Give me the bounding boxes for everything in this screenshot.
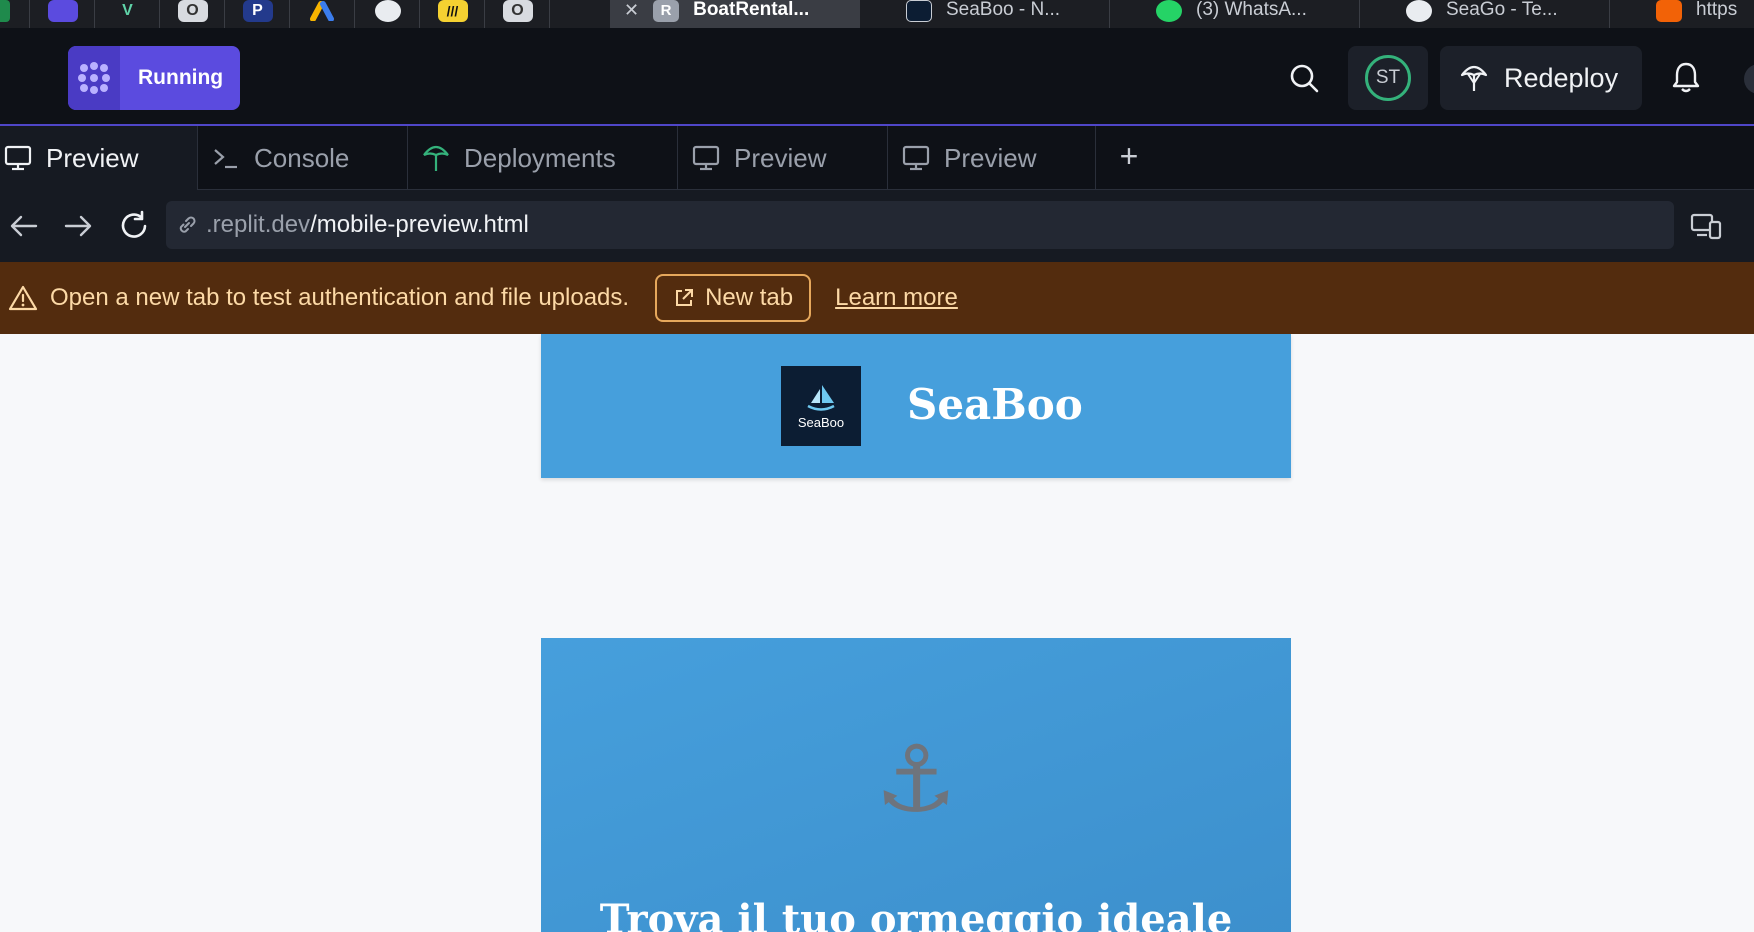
warning-icon xyxy=(8,285,38,311)
run-button[interactable]: Running xyxy=(68,46,240,110)
account-icon[interactable] xyxy=(1744,64,1754,94)
user-menu[interactable]: ST xyxy=(1348,46,1428,110)
p-app-icon: P xyxy=(242,0,273,22)
whatsapp-icon xyxy=(1156,0,1182,22)
tab-label: Deployments xyxy=(464,142,616,173)
forward-icon[interactable] xyxy=(62,210,94,242)
site-title: SeaBoo xyxy=(907,380,1083,429)
learn-more-link[interactable]: Learn more xyxy=(835,284,958,312)
sailboat-icon xyxy=(807,384,835,411)
url-input[interactable]: .replit.dev/mobile-preview.html xyxy=(166,201,1674,249)
tab-deployments[interactable]: Deployments xyxy=(408,126,678,190)
preview-toolbar: .replit.dev/mobile-preview.html xyxy=(0,190,1754,262)
tab-preview[interactable]: Preview xyxy=(0,126,198,190)
banner-message: Open a new tab to test authentication an… xyxy=(50,284,630,311)
tab-label: Preview xyxy=(944,142,1037,173)
hero-section: ⚓ Trova il tuo ormeggio ideale xyxy=(541,638,1291,932)
avatar: ST xyxy=(1365,55,1411,101)
devices-icon[interactable] xyxy=(1690,210,1722,242)
browser-tab-strip: V O P /// O ✕ R BoatRental... SeaBoo - N… xyxy=(0,0,1754,28)
new-tab-label: New tab xyxy=(705,284,794,311)
browser-tab-active[interactable]: ✕ R BoatRental... xyxy=(610,0,860,28)
preview-frame: SeaBoo SeaBoo ⚓ Trova il tuo ormeggio id… xyxy=(0,334,1754,932)
link-icon xyxy=(179,216,196,233)
pinned-tab[interactable]: O xyxy=(486,0,550,28)
browser-tab[interactable]: SeaGo - Te... xyxy=(1392,0,1610,28)
new-tab-button[interactable]: New tab xyxy=(655,274,812,322)
anchor-icon: ⚓ xyxy=(874,726,958,833)
external-link-icon xyxy=(676,289,694,306)
tab-label: Console xyxy=(254,142,350,173)
pinned-tab[interactable] xyxy=(0,0,30,28)
terminal-icon xyxy=(214,149,237,169)
run-status-label: Running xyxy=(138,66,224,89)
site-header: SeaBoo SeaBoo xyxy=(541,334,1291,478)
browser-tab-title: SeaBoo - N... xyxy=(946,0,1061,20)
seaboo-icon xyxy=(906,0,932,22)
redeploy-button[interactable]: Redeploy xyxy=(1440,46,1642,110)
vercel-v-icon: V xyxy=(122,2,133,19)
back-icon[interactable] xyxy=(8,210,40,242)
monitor-icon xyxy=(4,145,32,171)
bell-icon[interactable] xyxy=(1670,60,1702,94)
openai-icon xyxy=(1406,0,1432,22)
reload-icon[interactable] xyxy=(118,210,150,242)
warning-banner: Open a new tab to test authentication an… xyxy=(0,262,1754,334)
o-app-icon: O xyxy=(177,0,208,22)
miro-icon: /// xyxy=(437,0,468,22)
url-path: /mobile-preview.html xyxy=(310,211,529,238)
search-icon[interactable] xyxy=(1288,62,1320,94)
browser-tab-title: BoatRental... xyxy=(693,0,810,20)
browser-tab-title: (3) WhatsA... xyxy=(1196,0,1307,20)
add-tab-button[interactable]: + xyxy=(1112,140,1146,174)
workspace-tabs: Preview Console Deployments Preview Prev… xyxy=(0,126,1754,190)
monitor-icon xyxy=(902,145,930,171)
google-ads-icon xyxy=(308,0,338,22)
browser-tab[interactable]: (3) WhatsA... xyxy=(1142,0,1360,28)
monitor-icon xyxy=(692,145,720,171)
tab-preview[interactable]: Preview xyxy=(678,126,888,190)
deploy-icon xyxy=(423,145,449,171)
kahoot-icon xyxy=(47,0,78,22)
globe-app-icon xyxy=(374,0,401,22)
replit-icon xyxy=(1656,0,1682,22)
browser-tab[interactable]: SeaBoo - N... xyxy=(892,0,1110,28)
tab-preview[interactable]: Preview xyxy=(888,126,1096,190)
browser-tab-title: https xyxy=(1696,0,1738,20)
pinned-tab[interactable]: /// xyxy=(421,0,485,28)
url-domain: .replit.dev xyxy=(206,211,311,238)
pinned-tab[interactable]: V xyxy=(96,0,160,28)
close-icon[interactable]: ✕ xyxy=(624,0,639,21)
site-logo[interactable]: SeaBoo xyxy=(781,366,861,446)
pinned-tab[interactable] xyxy=(291,0,355,28)
redeploy-label: Redeploy xyxy=(1504,62,1619,93)
browser-tab[interactable]: https xyxy=(1642,0,1754,28)
pinned-tab[interactable]: O xyxy=(161,0,225,28)
tab-label: Preview xyxy=(734,142,827,173)
browser-tab-title: SeaGo - Te... xyxy=(1446,0,1558,20)
app-icon xyxy=(0,0,10,22)
tab-console[interactable]: Console xyxy=(198,126,408,190)
hero-title: Trova il tuo ormeggio ideale xyxy=(599,896,1233,932)
replit-r-icon: R xyxy=(653,0,680,22)
workspace-header: Running ST Redeploy xyxy=(0,28,1754,126)
tab-label: Preview xyxy=(46,142,139,173)
deploy-icon xyxy=(1460,65,1488,91)
run-dots-icon xyxy=(68,46,120,110)
pinned-tab[interactable] xyxy=(31,0,95,28)
pinned-tab[interactable]: P xyxy=(226,0,290,28)
pinned-tab[interactable] xyxy=(356,0,420,28)
o-app-icon: O xyxy=(502,0,533,22)
